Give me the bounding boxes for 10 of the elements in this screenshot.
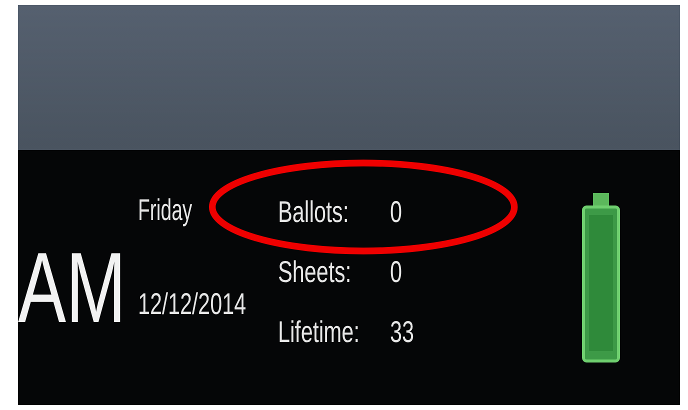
- counter-label: Sheets:: [278, 256, 352, 290]
- battery-icon: [582, 192, 620, 362]
- counter-value: 0: [390, 196, 402, 230]
- day-label: Friday: [138, 194, 192, 228]
- time-suffix: AM: [18, 238, 126, 338]
- counter-label: Lifetime:: [278, 316, 360, 350]
- counter-value: 0: [390, 256, 402, 290]
- counter-label: Ballots:: [278, 196, 349, 230]
- counter-value: 33: [390, 316, 414, 350]
- date-label: 12/12/2014: [138, 288, 246, 322]
